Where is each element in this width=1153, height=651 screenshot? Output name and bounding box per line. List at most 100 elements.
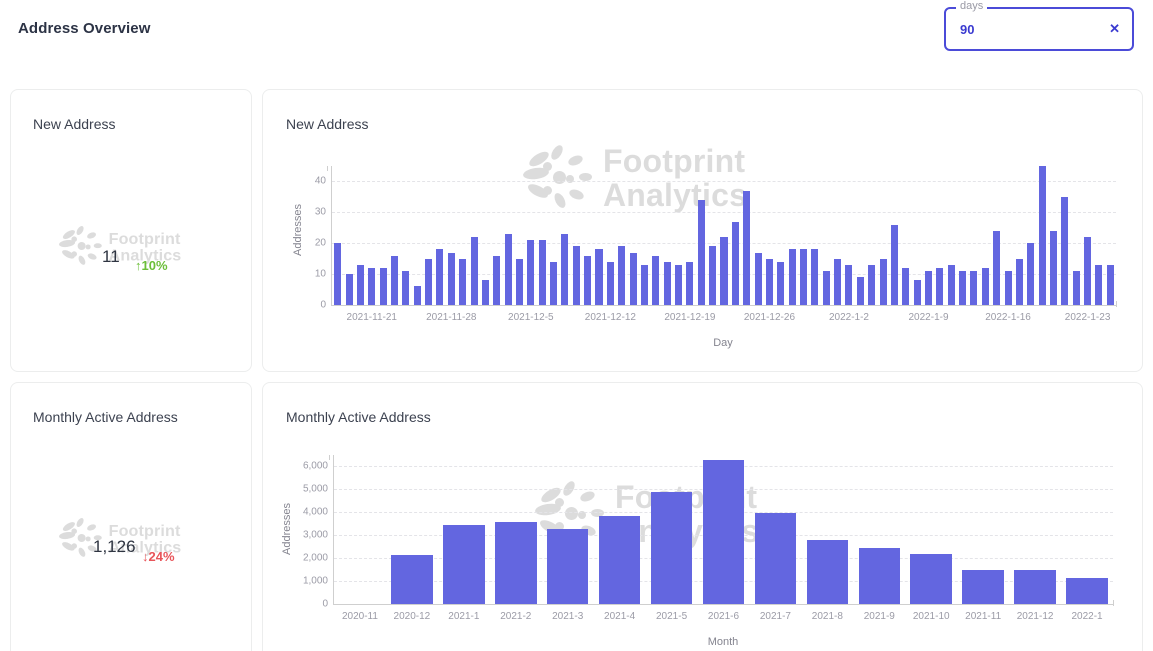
- bar[interactable]: [606, 261, 614, 305]
- bar[interactable]: [962, 569, 1004, 604]
- x-axis-tick-label: 2021-7: [759, 611, 791, 622]
- bar[interactable]: [1027, 243, 1035, 305]
- bar[interactable]: [356, 264, 364, 305]
- bar[interactable]: [1014, 569, 1056, 604]
- bar[interactable]: [777, 261, 785, 305]
- bar[interactable]: [494, 522, 537, 604]
- address-overview-page: Address Overview days 90 ✕ New Address F…: [0, 0, 1153, 651]
- bar[interactable]: [379, 267, 387, 305]
- page-header: Address Overview days 90 ✕: [0, 0, 1153, 62]
- bar[interactable]: [890, 224, 898, 305]
- bar[interactable]: [981, 267, 989, 305]
- bar[interactable]: [391, 554, 433, 604]
- bar[interactable]: [947, 264, 955, 305]
- bar[interactable]: [1038, 166, 1046, 305]
- bar[interactable]: [515, 258, 523, 305]
- bar[interactable]: [868, 264, 876, 305]
- bar[interactable]: [443, 524, 485, 604]
- bar[interactable]: [1072, 271, 1080, 305]
- bar[interactable]: [731, 221, 739, 305]
- bar[interactable]: [629, 252, 637, 305]
- bar[interactable]: [650, 491, 693, 604]
- x-axis-tick-label: 2020-11: [341, 611, 378, 622]
- bar[interactable]: [702, 459, 745, 604]
- kpi-card-title: New Address: [33, 116, 116, 132]
- bar[interactable]: [413, 286, 421, 305]
- bar[interactable]: [1084, 237, 1092, 305]
- bar[interactable]: [902, 267, 910, 305]
- bar[interactable]: [879, 258, 887, 305]
- bar[interactable]: [470, 237, 478, 305]
- bar[interactable]: [834, 258, 842, 305]
- bar[interactable]: [459, 258, 467, 305]
- bar[interactable]: [913, 280, 921, 305]
- bar[interactable]: [345, 274, 353, 305]
- bar[interactable]: [1004, 271, 1012, 305]
- bar[interactable]: [595, 249, 603, 305]
- bar[interactable]: [924, 271, 933, 305]
- bar[interactable]: [811, 249, 819, 305]
- bar[interactable]: [709, 246, 717, 305]
- bar[interactable]: [538, 240, 546, 305]
- bar[interactable]: [993, 230, 1001, 305]
- bar[interactable]: [425, 258, 433, 305]
- days-field-label: days: [956, 0, 988, 12]
- bar[interactable]: [1066, 578, 1108, 604]
- bar[interactable]: [686, 261, 694, 305]
- bar[interactable]: [959, 271, 967, 305]
- bar[interactable]: [640, 264, 648, 305]
- bar[interactable]: [368, 267, 376, 305]
- bar[interactable]: [334, 243, 342, 305]
- bar[interactable]: [675, 264, 683, 305]
- bar[interactable]: [806, 540, 849, 604]
- bar[interactable]: [561, 233, 569, 305]
- bar[interactable]: [858, 547, 901, 604]
- days-input[interactable]: 90: [960, 22, 974, 37]
- bar[interactable]: [697, 199, 705, 305]
- bar[interactable]: [652, 255, 660, 305]
- bar[interactable]: [910, 554, 952, 604]
- bar[interactable]: [754, 252, 762, 305]
- bar[interactable]: [618, 246, 626, 305]
- bar[interactable]: [436, 249, 444, 305]
- bar[interactable]: [800, 249, 808, 305]
- bar[interactable]: [504, 233, 512, 305]
- bar[interactable]: [390, 255, 398, 305]
- bar[interactable]: [1049, 230, 1058, 305]
- bar[interactable]: [970, 271, 978, 305]
- bar[interactable]: [584, 255, 592, 305]
- bar[interactable]: [598, 516, 641, 604]
- bar[interactable]: [1106, 264, 1114, 305]
- kpi-delta: ↓24%: [142, 549, 175, 564]
- bar[interactable]: [447, 252, 455, 305]
- bar[interactable]: [493, 255, 501, 305]
- bar[interactable]: [720, 237, 728, 305]
- y-axis-tick-label: 3,000: [302, 529, 328, 541]
- close-icon[interactable]: ✕: [1109, 20, 1120, 38]
- bar[interactable]: [550, 261, 558, 305]
- bar[interactable]: [822, 271, 830, 305]
- bar[interactable]: [788, 249, 796, 305]
- bar[interactable]: [481, 280, 489, 305]
- bar[interactable]: [765, 258, 773, 305]
- x-axis-tick-label: 2022-1-16: [985, 312, 1031, 323]
- days-filter-field[interactable]: days 90 ✕: [944, 0, 1134, 51]
- bar[interactable]: [845, 264, 853, 305]
- bar[interactable]: [936, 267, 944, 305]
- y-axis-tick-label: 20: [314, 237, 326, 249]
- bar[interactable]: [754, 513, 797, 604]
- bar[interactable]: [572, 246, 580, 305]
- bar[interactable]: [856, 277, 864, 305]
- x-axis-tick-label: 2021-10: [912, 611, 950, 622]
- bar[interactable]: [402, 271, 410, 305]
- bar[interactable]: [527, 240, 535, 305]
- bar[interactable]: [663, 261, 671, 305]
- x-axis-tick-label: 2021-12-5: [508, 312, 554, 323]
- bar[interactable]: [1015, 258, 1023, 305]
- bar[interactable]: [743, 190, 751, 305]
- bar[interactable]: [1061, 196, 1069, 305]
- x-axis-tick-label: 2021-12-26: [743, 312, 796, 323]
- x-axis-tick-label: 2021-4: [604, 611, 636, 622]
- bar[interactable]: [1095, 264, 1103, 305]
- bar[interactable]: [546, 529, 589, 604]
